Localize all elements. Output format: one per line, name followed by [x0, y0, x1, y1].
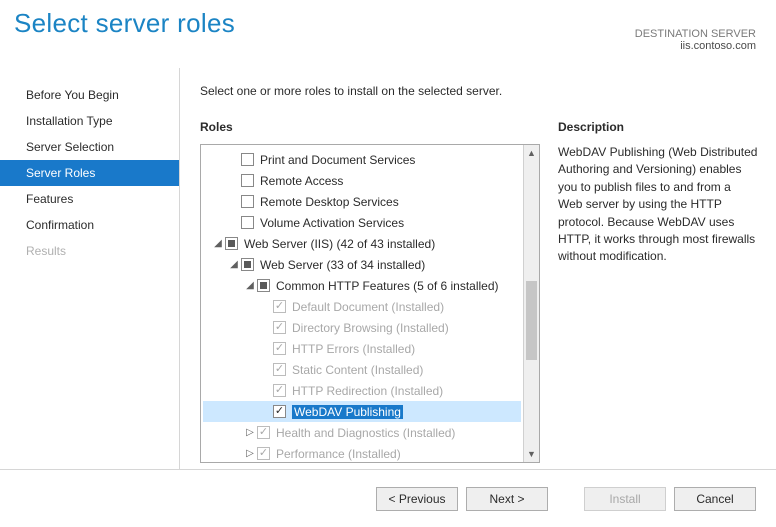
- tree-row[interactable]: ▷ Health and Diagnostics (Installed): [203, 422, 521, 443]
- checkbox[interactable]: [273, 405, 286, 418]
- nav-item-before-you-begin[interactable]: Before You Begin: [0, 82, 179, 108]
- checkbox[interactable]: [257, 279, 270, 292]
- checkbox: [257, 447, 270, 460]
- collapse-icon[interactable]: ◢: [211, 238, 225, 249]
- checkbox: [257, 426, 270, 439]
- tree-row[interactable]: Remote Access: [203, 170, 521, 191]
- columns: Roles Print and Document Services Remote …: [200, 120, 758, 463]
- checkbox: [273, 384, 286, 397]
- tree-row[interactable]: ◢ Web Server (IIS) (42 of 43 installed): [203, 233, 521, 254]
- tree-row[interactable]: HTTP Redirection (Installed): [203, 380, 521, 401]
- tree-label[interactable]: Web Server (IIS) (42 of 43 installed): [244, 237, 435, 251]
- previous-button[interactable]: < Previous: [376, 487, 458, 511]
- tree-label[interactable]: Remote Access: [260, 174, 343, 188]
- tree-row[interactable]: Remote Desktop Services: [203, 191, 521, 212]
- collapse-icon[interactable]: ◢: [243, 280, 257, 291]
- tree-label[interactable]: Performance (Installed): [276, 447, 401, 461]
- expand-icon[interactable]: ▷: [243, 427, 257, 438]
- description-heading: Description: [558, 120, 758, 134]
- nav-item-installation-type[interactable]: Installation Type: [0, 108, 179, 134]
- install-button[interactable]: Install: [584, 487, 666, 511]
- tree-label[interactable]: Remote Desktop Services: [260, 195, 399, 209]
- tree-row[interactable]: Directory Browsing (Installed): [203, 317, 521, 338]
- checkbox[interactable]: [225, 237, 238, 250]
- main: Select one or more roles to install on t…: [180, 68, 776, 469]
- tree-label[interactable]: Default Document (Installed): [292, 300, 444, 314]
- tree-row[interactable]: Print and Document Services: [203, 149, 521, 170]
- roles-treebox: Print and Document Services Remote Access…: [200, 144, 540, 463]
- description-column: Description WebDAV Publishing (Web Distr…: [558, 120, 758, 463]
- destination-host: iis.contoso.com: [635, 40, 756, 52]
- tree-row[interactable]: Volume Activation Services: [203, 212, 521, 233]
- tree-label[interactable]: Web Server (33 of 34 installed): [260, 258, 425, 272]
- checkbox[interactable]: [241, 216, 254, 229]
- next-button[interactable]: Next >: [466, 487, 548, 511]
- tree-row[interactable]: ◢ Common HTTP Features (5 of 6 installed): [203, 275, 521, 296]
- tree-row[interactable]: ◢ Web Server (33 of 34 installed): [203, 254, 521, 275]
- tree-row[interactable]: HTTP Errors (Installed): [203, 338, 521, 359]
- nav-item-confirmation[interactable]: Confirmation: [0, 212, 179, 238]
- checkbox[interactable]: [241, 174, 254, 187]
- checkbox: [273, 363, 286, 376]
- tree-row[interactable]: Static Content (Installed): [203, 359, 521, 380]
- header: Select server roles DESTINATION SERVER i…: [0, 0, 776, 68]
- tree-row[interactable]: Default Document (Installed): [203, 296, 521, 317]
- tree-label[interactable]: HTTP Errors (Installed): [292, 342, 415, 356]
- nav-item-server-selection[interactable]: Server Selection: [0, 134, 179, 160]
- destination-label: DESTINATION SERVER: [635, 28, 756, 40]
- tree-label[interactable]: Health and Diagnostics (Installed): [276, 426, 455, 440]
- scroll-down-button[interactable]: ▼: [524, 446, 539, 462]
- tree-row[interactable]: WebDAV Publishing: [203, 401, 521, 422]
- tree-label[interactable]: HTTP Redirection (Installed): [292, 384, 443, 398]
- nav-item-results: Results: [0, 238, 179, 264]
- destination-block: DESTINATION SERVER iis.contoso.com: [635, 28, 756, 52]
- tree-label[interactable]: Static Content (Installed): [292, 363, 423, 377]
- roles-heading: Roles: [200, 120, 540, 134]
- checkbox: [273, 321, 286, 334]
- scroll-track[interactable]: [524, 161, 539, 446]
- checkbox[interactable]: [241, 258, 254, 271]
- nav-item-features[interactable]: Features: [0, 186, 179, 212]
- checkbox: [273, 342, 286, 355]
- tree-label[interactable]: WebDAV Publishing: [292, 405, 403, 419]
- scroll-up-button[interactable]: ▲: [524, 145, 539, 161]
- footer: < Previous Next > Install Cancel: [0, 469, 776, 527]
- tree-label[interactable]: Volume Activation Services: [260, 216, 404, 230]
- expand-icon[interactable]: ▷: [243, 448, 257, 459]
- checkbox[interactable]: [241, 195, 254, 208]
- collapse-icon[interactable]: ◢: [227, 259, 241, 270]
- tree-label[interactable]: Directory Browsing (Installed): [292, 321, 449, 335]
- roles-column: Roles Print and Document Services Remote …: [200, 120, 540, 463]
- scroll-thumb[interactable]: [526, 281, 537, 361]
- tree-row[interactable]: ▷ Performance (Installed): [203, 443, 521, 462]
- description-text: WebDAV Publishing (Web Distributed Autho…: [558, 144, 758, 266]
- instruction-text: Select one or more roles to install on t…: [200, 84, 758, 98]
- checkbox[interactable]: [241, 153, 254, 166]
- body: Before You BeginInstallation TypeServer …: [0, 68, 776, 469]
- roles-tree[interactable]: Print and Document Services Remote Access…: [201, 145, 523, 462]
- tree-label[interactable]: Print and Document Services: [260, 153, 415, 167]
- nav-item-server-roles[interactable]: Server Roles: [0, 160, 179, 186]
- tree-label[interactable]: Common HTTP Features (5 of 6 installed): [276, 279, 499, 293]
- wizard-window: Select server roles DESTINATION SERVER i…: [0, 0, 776, 527]
- sidebar: Before You BeginInstallation TypeServer …: [0, 68, 180, 469]
- scrollbar[interactable]: ▲ ▼: [523, 145, 539, 462]
- checkbox: [273, 300, 286, 313]
- cancel-button[interactable]: Cancel: [674, 487, 756, 511]
